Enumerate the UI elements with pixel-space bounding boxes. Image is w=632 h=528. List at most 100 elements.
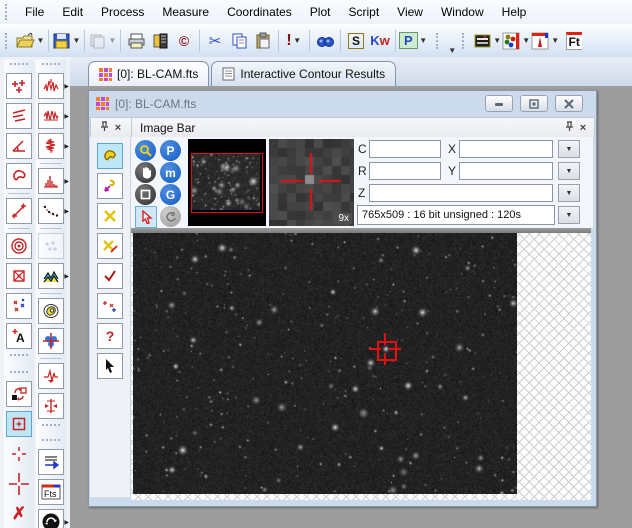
unmark-star-tool[interactable] (97, 233, 123, 259)
centroid-box-tool[interactable] (6, 263, 32, 289)
slice-plot-tool[interactable] (38, 393, 64, 419)
concentric-rings-tool[interactable] (6, 233, 32, 259)
image-info-field[interactable]: 765x509 : 16 bit unsigned : 120s (357, 205, 555, 225)
tab-interactive-contour-results[interactable]: Interactive Contour Results (211, 61, 396, 86)
pointer-mode-button[interactable] (135, 206, 157, 228)
minimize-button[interactable] (485, 95, 513, 112)
menu-view[interactable]: View (388, 1, 432, 23)
star-cluster-tool[interactable] (6, 73, 32, 99)
cut-button[interactable]: ✂ (203, 29, 227, 53)
menu-coordinates[interactable]: Coordinates (218, 1, 301, 23)
alert-dropdown[interactable]: ▼ (293, 36, 302, 45)
z-input[interactable] (369, 184, 553, 202)
image-info-dropdown[interactable]: ▼ (558, 206, 580, 224)
save-button[interactable]: ▼ (52, 29, 81, 53)
surface-plot-tool[interactable]: ▶ (38, 263, 64, 289)
delete-marker-tool[interactable]: ✗ (6, 501, 32, 527)
alert-button[interactable]: ! ▼ (282, 29, 306, 53)
color-tool-button[interactable]: ▼ (502, 29, 531, 53)
print-button[interactable] (124, 29, 148, 53)
line-profile-tool[interactable] (6, 198, 32, 224)
scatter-marks-tool[interactable] (6, 293, 32, 319)
hand-pan-button[interactable] (135, 162, 156, 183)
menu-script[interactable]: Script (339, 1, 388, 23)
menu-measure[interactable]: Measure (153, 1, 218, 23)
menu-plot[interactable]: Plot (301, 1, 340, 23)
undo-view-button-disabled[interactable] (160, 206, 181, 227)
x-input[interactable] (459, 140, 553, 158)
restore-button[interactable] (520, 95, 548, 112)
s-tool-button[interactable]: S (344, 29, 368, 53)
window-title-bar[interactable]: [0]: BL-CAM.fts (88, 90, 595, 117)
open-dropdown[interactable]: ▼ (36, 36, 45, 45)
menu-process[interactable]: Process (92, 1, 153, 23)
image-bar-pin-icon[interactable] (562, 121, 576, 135)
curve-fit-tool[interactable]: ▶ (38, 198, 64, 224)
rotate-image-tool[interactable]: ▶ (38, 509, 64, 528)
open-button[interactable]: ▼ (16, 29, 45, 53)
help-tool[interactable]: ? (97, 323, 123, 349)
angle-tool[interactable] (6, 133, 32, 159)
menu-window[interactable]: Window (432, 1, 493, 23)
export-plot-tool[interactable] (38, 449, 64, 475)
histogram-tool-button[interactable]: ▼ (531, 29, 560, 53)
column-input[interactable] (369, 140, 441, 158)
p-tool-button[interactable]: P ▼ (399, 29, 428, 53)
histogram-plot-tool[interactable]: ▶ (38, 168, 64, 194)
aperture-tool-selected[interactable] (97, 143, 123, 169)
multi-mark-tool[interactable] (97, 293, 123, 319)
duplicate-dropdown[interactable]: ▼ (108, 36, 117, 45)
save-dropdown[interactable]: ▼ (72, 36, 81, 45)
mark-star-tool[interactable] (97, 203, 123, 229)
large-crosshair-tool[interactable] (6, 471, 32, 497)
profile-lines-tool[interactable] (6, 103, 32, 129)
animate-roi-tool[interactable] (6, 381, 32, 407)
fts-file-tool[interactable]: Fts (38, 479, 64, 505)
annotate-tool[interactable]: A (6, 323, 32, 349)
find-button[interactable] (313, 29, 337, 53)
accept-tool[interactable] (97, 263, 123, 289)
pointer-tool[interactable] (97, 353, 123, 379)
pulse-plot-tool[interactable] (38, 363, 64, 389)
grid-g-button[interactable]: G (160, 184, 181, 205)
copyright-button[interactable]: © (172, 29, 196, 53)
plot-row-tool[interactable]: ▶ (38, 103, 64, 129)
region-tool[interactable] (6, 163, 32, 189)
pan-mode-p-button[interactable]: P (160, 140, 181, 161)
y-input[interactable] (459, 162, 553, 180)
print-setup-button[interactable] (148, 29, 172, 53)
coord-dropdown-2[interactable]: ▼ (558, 162, 580, 180)
image-bar-header[interactable]: Image Bar × (131, 117, 595, 139)
menu-help[interactable]: Help (493, 1, 536, 23)
clover-plot-tool[interactable] (38, 328, 64, 354)
tab-bl-cam[interactable]: [0]: BL-CAM.fts (88, 61, 209, 86)
menu-edit[interactable]: Edit (53, 1, 92, 23)
image-overview-thumbnail[interactable] (188, 139, 266, 226)
zoom-tool-button[interactable] (135, 140, 156, 161)
side-toolbar-close-icon[interactable]: × (111, 122, 125, 134)
color-tool-dropdown[interactable]: ▼ (522, 36, 531, 45)
magnifier-thumbnail[interactable]: 9x (269, 139, 354, 226)
plot-column-tool[interactable]: ▶ (38, 133, 64, 159)
magnifier-m-button[interactable]: m (160, 162, 181, 183)
star-field-plot-tool-disabled[interactable] (38, 233, 64, 259)
small-crosshair-tool[interactable] (6, 441, 32, 467)
marker-box-tool[interactable] (6, 411, 32, 437)
ft-tool-button[interactable]: Ft (562, 29, 586, 53)
paste-button[interactable] (251, 29, 275, 53)
toolbar-overflow[interactable]: ▼ (448, 46, 457, 55)
image-viewport[interactable] (131, 233, 591, 500)
menu-file[interactable]: File (16, 1, 53, 23)
image-bar-close-icon[interactable]: × (576, 122, 590, 134)
full-frame-button[interactable] (135, 184, 156, 205)
display-window-button[interactable]: ▼ (473, 29, 502, 53)
contour-plot-tool[interactable] (38, 298, 64, 324)
plot-profile-tool[interactable]: ▶ (38, 73, 64, 99)
histogram-tool-dropdown[interactable]: ▼ (551, 36, 560, 45)
display-window-dropdown[interactable]: ▼ (493, 36, 502, 45)
keyword-button[interactable]: Kw (368, 29, 392, 53)
close-button[interactable] (555, 95, 583, 112)
duplicate-button[interactable]: ▼ (88, 29, 117, 53)
row-input[interactable] (369, 162, 441, 180)
side-toolbar-pin-icon[interactable] (97, 121, 111, 135)
